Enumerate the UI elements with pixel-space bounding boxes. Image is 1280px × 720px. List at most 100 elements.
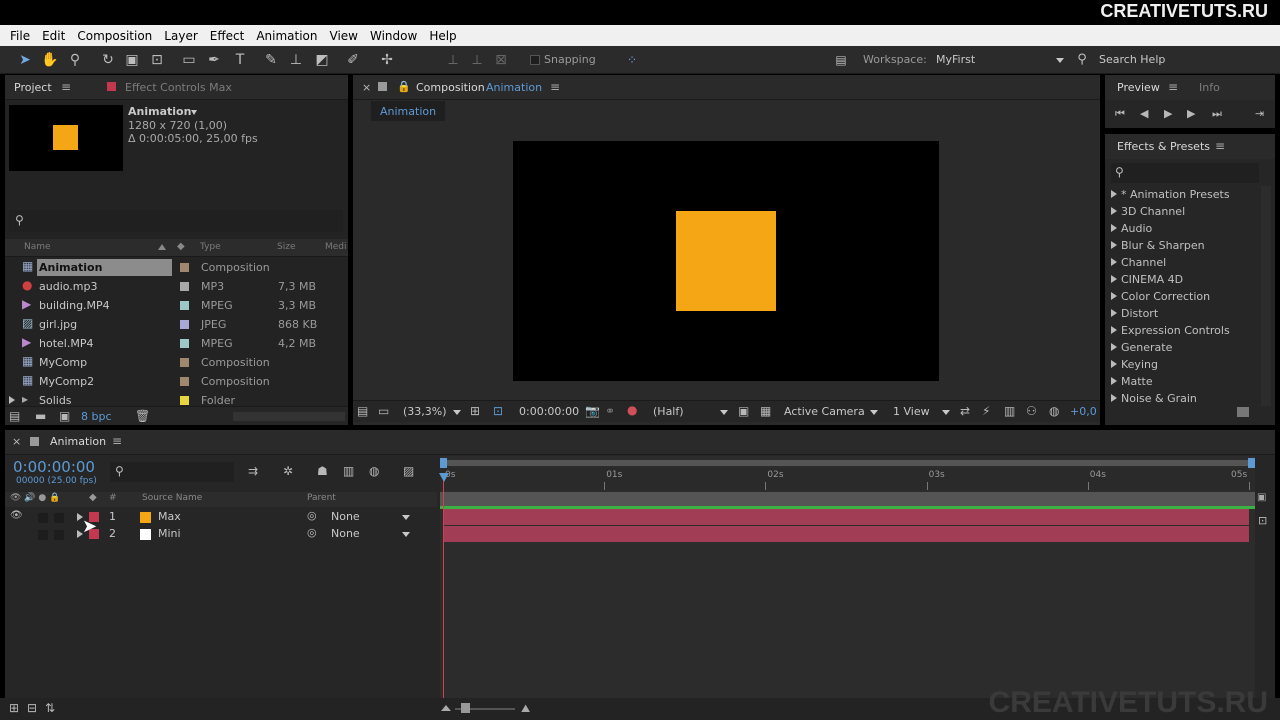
column-size[interactable]: Size xyxy=(277,242,295,252)
channels-icon[interactable]: ● xyxy=(627,403,637,417)
project-item[interactable]: ▦ MyComp2 Composition xyxy=(5,372,345,391)
view-layout-dropdown[interactable]: 1 View xyxy=(893,405,930,418)
column-name[interactable]: Name xyxy=(24,242,51,252)
timeline-search-input[interactable]: ⚲ xyxy=(110,462,234,482)
zoom-chevron-icon[interactable] xyxy=(453,410,461,415)
timeline-icon[interactable]: ▥ xyxy=(1004,404,1015,418)
menu-animation[interactable]: Animation xyxy=(250,29,323,43)
flowchart-icon[interactable]: ⚇ xyxy=(1026,404,1037,418)
graph-editor-icon[interactable]: ▨ xyxy=(403,464,414,478)
camera-chevron-icon[interactable] xyxy=(870,410,878,415)
pen-tool-icon[interactable]: ✒ xyxy=(205,51,223,69)
axis-world-icon[interactable]: ⟂ xyxy=(468,51,486,69)
resolution-dropdown[interactable]: (Half) xyxy=(653,405,684,418)
timeline-timecode[interactable]: 0:00:00:00 xyxy=(13,458,95,476)
project-item[interactable]: ▦ MyComp Composition xyxy=(5,353,345,372)
column-source-name[interactable]: Source Name xyxy=(142,493,202,503)
visibility-eye-icon[interactable]: 👁 xyxy=(10,510,23,521)
tab-info[interactable]: Info xyxy=(1199,81,1220,94)
effect-category[interactable]: Distort xyxy=(1110,305,1260,322)
parent-dropdown[interactable]: None xyxy=(331,510,360,523)
puppet-tool-icon[interactable]: ✢ xyxy=(378,51,396,69)
effect-category[interactable]: Audio xyxy=(1110,220,1260,237)
lock-switch[interactable] xyxy=(54,530,64,540)
project-item[interactable]: ▨ girl.jpg JPEG 868 KB xyxy=(5,315,345,334)
menu-help[interactable]: Help xyxy=(423,29,462,43)
close-icon[interactable]: × xyxy=(12,435,21,448)
clone-stamp-tool-icon[interactable]: ⊥ xyxy=(287,51,305,69)
effect-category[interactable]: * Animation Presets xyxy=(1110,186,1260,203)
expand-triangle-icon[interactable] xyxy=(1111,258,1117,266)
snapshot-icon[interactable]: 📷 xyxy=(585,404,600,418)
close-icon[interactable]: × xyxy=(362,81,371,94)
project-search-input[interactable]: ⚲ xyxy=(9,210,343,232)
frame-blending-icon[interactable]: ▥ xyxy=(343,464,354,478)
layer-bar-mini[interactable] xyxy=(443,526,1249,542)
tab-timeline-animation[interactable]: Animation xyxy=(50,435,106,448)
next-frame-icon[interactable]: ▶ xyxy=(1187,107,1195,120)
current-time-indicator[interactable] xyxy=(443,474,444,698)
layer-name[interactable]: Max xyxy=(158,510,181,523)
expand-triangle-icon[interactable] xyxy=(1111,292,1117,300)
zoom-in-icon[interactable]: ⛰ xyxy=(521,702,530,716)
comp-button-icon[interactable]: ▣ xyxy=(1257,492,1271,506)
project-item[interactable]: ▦ Animation Composition xyxy=(5,258,345,277)
expand-triangle-icon[interactable] xyxy=(1111,207,1117,215)
effect-category[interactable]: CINEMA 4D xyxy=(1110,271,1260,288)
column-type[interactable]: Type xyxy=(200,242,221,252)
tab-effects-presets[interactable]: Effects & Presets xyxy=(1117,140,1210,153)
panel-menu-icon[interactable]: ≡ xyxy=(550,80,560,94)
orange-square-layer[interactable] xyxy=(676,211,776,311)
workspace-dropdown[interactable]: MyFirst xyxy=(936,53,975,66)
fast-previews-icon[interactable]: ⚡ xyxy=(982,404,990,418)
panel-menu-icon[interactable]: ≡ xyxy=(112,434,122,448)
resolution-chevron-icon[interactable] xyxy=(720,410,728,415)
expand-triangle-icon[interactable] xyxy=(1111,190,1117,198)
zoom-tool-icon[interactable]: ⚲ xyxy=(66,51,84,69)
layer-name[interactable]: Mini xyxy=(158,527,181,540)
label-color-swatch[interactable] xyxy=(180,320,189,329)
label-column-icon[interactable]: ◆ xyxy=(177,241,185,252)
pickwhip-icon[interactable]: ◎ xyxy=(307,509,317,522)
rotate-tool-icon[interactable]: ↻ xyxy=(99,51,117,69)
menu-window[interactable]: Window xyxy=(364,29,423,43)
layer-bar-max[interactable] xyxy=(443,509,1249,525)
solo-switch[interactable] xyxy=(38,530,48,540)
effect-category[interactable]: Color Correction xyxy=(1110,288,1260,305)
tab-preview[interactable]: Preview xyxy=(1117,81,1160,94)
comp-timecode[interactable]: 0:00:00:00 xyxy=(519,405,579,418)
hand-tool-icon[interactable]: ✋ xyxy=(41,51,59,69)
lock-icon[interactable]: 🔒 xyxy=(397,80,411,93)
time-ruler[interactable]: 0s 01s 02s 03s 04s 05s xyxy=(440,468,1255,490)
rectangle-tool-icon[interactable]: ▭ xyxy=(180,51,198,69)
menu-view[interactable]: View xyxy=(324,29,364,43)
effects-scrollbar[interactable] xyxy=(1261,186,1271,406)
pickwhip-icon[interactable]: ◎ xyxy=(307,526,317,539)
layer-switches-icon[interactable]: ⊞ xyxy=(9,701,19,715)
menu-composition[interactable]: Composition xyxy=(71,29,158,43)
label-color-swatch[interactable] xyxy=(180,396,189,405)
expand-triangle-icon[interactable] xyxy=(1111,224,1117,232)
comp-breadcrumb[interactable]: Animation xyxy=(371,101,445,121)
last-frame-icon[interactable]: ⏭ xyxy=(1212,107,1222,121)
effect-category[interactable]: Matte xyxy=(1110,373,1260,390)
region-of-interest-icon[interactable]: ▣ xyxy=(738,404,749,418)
snapping-checkbox[interactable] xyxy=(530,55,540,65)
comp-mini-flowchart-icon[interactable]: ⇉ xyxy=(248,464,258,478)
effect-category[interactable]: Expression Controls xyxy=(1110,322,1260,339)
bpc-button[interactable]: 8 bpc xyxy=(81,410,112,423)
eraser-tool-icon[interactable]: ◩ xyxy=(313,51,331,69)
trash-icon[interactable]: 🗑 xyxy=(135,409,150,423)
axis-view-icon[interactable]: ⊠ xyxy=(492,51,510,69)
parent-chevron-icon[interactable] xyxy=(402,515,410,520)
time-navigator-bar[interactable] xyxy=(440,460,1255,466)
timeline-layer-row[interactable]: 👁 1 Max ◎ None xyxy=(5,509,437,526)
workspace-chevron-icon[interactable] xyxy=(1056,58,1064,63)
new-composition-icon[interactable]: ▣ xyxy=(59,409,70,423)
show-snapshot-icon[interactable]: ⚭ xyxy=(605,404,615,418)
menu-edit[interactable]: Edit xyxy=(36,29,71,43)
view-chevron-icon[interactable] xyxy=(942,410,950,415)
menu-file[interactable]: File xyxy=(4,29,36,43)
camera-tool-icon[interactable]: ▣ xyxy=(123,51,141,69)
label-color-swatch[interactable] xyxy=(180,301,189,310)
